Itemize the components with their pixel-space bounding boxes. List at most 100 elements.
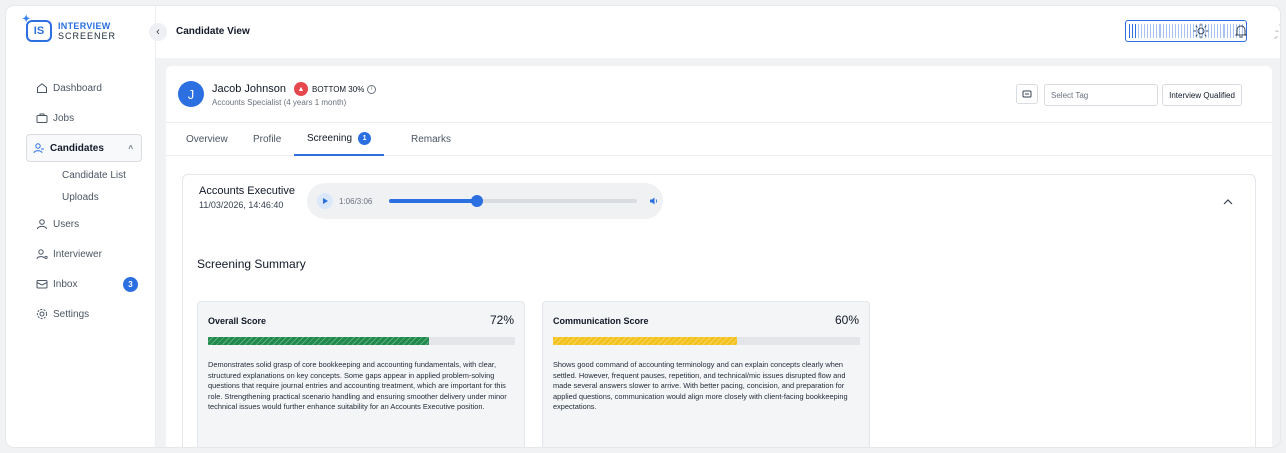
candidate-header: J Jacob Johnson Accounts Specialist (4 y… <box>166 66 1272 122</box>
tab-overview[interactable]: Overview <box>186 123 228 156</box>
audio-player: 1:06/3:06 <box>307 183 663 219</box>
topbar: Candidate View 0 <box>156 6 1280 58</box>
rank-badge: ▲ BOTTOM 30% i <box>294 82 377 96</box>
meter-tick <box>1159 24 1161 38</box>
meter-tick <box>1177 24 1179 38</box>
tab-label: Profile <box>253 134 282 145</box>
sidebar: ✦ IS INTERVIEW SCREENER Dashboard Jobs C… <box>6 6 156 447</box>
info-icon[interactable]: i <box>367 84 377 94</box>
sparkle-icon: ✦ <box>22 14 31 25</box>
audio-seek-bar[interactable] <box>389 195 637 207</box>
communication-score-card: Communication Score 60% Shows good comma… <box>542 301 870 447</box>
mail-icon <box>36 278 48 290</box>
tab-label: Screening <box>307 133 353 144</box>
sidebar-item-label: Settings <box>53 308 90 320</box>
meter-tick <box>1226 24 1228 38</box>
meter-tick <box>1153 24 1155 38</box>
meter-tick <box>1147 24 1149 38</box>
meter-tick <box>1186 24 1188 38</box>
user-icon <box>36 218 48 230</box>
app-window: ✦ IS INTERVIEW SCREENER Dashboard Jobs C… <box>6 6 1280 447</box>
job-title: Accounts Executive <box>199 185 295 197</box>
overall-score-card: Overall Score 72% Demonstrates solid gra… <box>197 301 525 447</box>
tab-screening[interactable]: Screening 1 <box>294 123 385 156</box>
meter-tick <box>1165 24 1167 38</box>
sidebar-item-interviewer[interactable]: Interviewer <box>26 240 146 268</box>
meter-tick <box>1189 24 1191 38</box>
sidebar-subitem-uploads[interactable]: Uploads <box>62 186 156 208</box>
sidebar-item-label: Users <box>53 218 80 230</box>
score-label: Overall Score <box>208 316 267 326</box>
chevron-up-icon: ^ <box>128 143 133 153</box>
sidebar-item-settings[interactable]: Settings <box>26 300 146 328</box>
score-fill <box>553 337 738 345</box>
screening-summary-title: Screening Summary <box>197 257 306 271</box>
player-time: 1:06/3:06 <box>339 196 373 206</box>
meter-tick <box>1217 24 1219 38</box>
sidebar-item-jobs[interactable]: Jobs <box>26 104 146 132</box>
bell-icon[interactable] <box>1232 22 1250 40</box>
candidate-tabs: Overview Profile Screening 1 Remarks <box>166 122 1272 156</box>
sidebar-subitem-candidate-list[interactable]: Candidate List <box>62 164 156 186</box>
main-content: J Jacob Johnson Accounts Specialist (4 y… <box>156 58 1280 447</box>
sidebar-collapse-button[interactable]: ‹ <box>149 23 167 41</box>
chevron-left-icon: ‹ <box>156 26 160 38</box>
sidebar-item-users[interactable]: Users <box>26 210 146 238</box>
score-description: Shows good command of accounting termino… <box>553 360 848 412</box>
collapse-section-button[interactable] <box>1221 195 1237 211</box>
meter-tick <box>1144 24 1146 38</box>
sidebar-nav: Dashboard Jobs Candidates ^ Candidate Li… <box>6 72 156 330</box>
score-bar <box>208 337 515 345</box>
inbox-count-badge: 3 <box>123 276 138 292</box>
sidebar-item-label: Jobs <box>53 112 75 124</box>
interviewer-icon <box>36 248 48 260</box>
meter-tick <box>1162 24 1164 38</box>
meter-tick <box>1135 24 1137 38</box>
sidebar-item-label: Interviewer <box>53 248 102 260</box>
meter-tick <box>1223 24 1225 38</box>
logo[interactable]: ✦ IS INTERVIEW SCREENER <box>22 14 116 42</box>
home-icon <box>36 82 48 94</box>
meter-tick <box>1214 24 1216 38</box>
screening-card: Accounts Executive 11/03/2026, 14:46:40 … <box>182 174 1256 447</box>
logo-badge: ✦ IS <box>22 14 52 42</box>
briefcase-icon <box>36 112 48 124</box>
score-description: Demonstrates solid grasp of core bookkee… <box>208 360 507 412</box>
sidebar-item-label: Candidates <box>50 142 104 154</box>
play-button[interactable] <box>317 193 333 209</box>
audio-level-meter <box>1125 20 1247 42</box>
volume-icon[interactable] <box>649 195 661 207</box>
meter-tick <box>1171 24 1173 38</box>
sun-icon[interactable] <box>1192 22 1210 40</box>
tab-remarks[interactable]: Remarks <box>411 123 451 156</box>
candidate-role: Accounts Specialist (4 years 1 month) <box>212 98 347 107</box>
meter-tick <box>1220 24 1222 38</box>
page-title: Candidate View <box>176 26 250 37</box>
sidebar-item-candidates[interactable]: Candidates ^ <box>26 134 142 162</box>
sidebar-item-inbox[interactable]: Inbox 3 <box>26 270 146 298</box>
select-tag-dropdown[interactable]: Select Tag <box>1044 84 1158 106</box>
people-icon <box>33 142 45 154</box>
interview-qualified-button[interactable]: Interview Qualified <box>1162 84 1242 106</box>
tag-icon-button[interactable] <box>1016 84 1038 104</box>
play-icon <box>323 198 328 204</box>
tab-label: Remarks <box>411 134 452 145</box>
avatar: J <box>178 81 204 107</box>
meter-tick <box>1150 24 1152 38</box>
score-value: 60% <box>834 313 859 327</box>
score-value: 72% <box>489 313 514 327</box>
tab-profile[interactable]: Profile <box>253 123 281 156</box>
meter-tick <box>1168 24 1170 38</box>
seek-progress <box>389 199 478 203</box>
meter-tick <box>1174 24 1176 38</box>
sidebar-item-dashboard[interactable]: Dashboard <box>26 74 146 102</box>
meter-tick <box>1229 24 1231 38</box>
logo-text: INTERVIEW SCREENER <box>58 21 116 41</box>
logo-badge-text: IS <box>33 25 45 37</box>
loading-spinner: 0 <box>1271 18 1280 46</box>
seek-handle[interactable] <box>471 195 484 207</box>
tag-icon <box>1022 90 1032 98</box>
meter-tick <box>1156 24 1158 38</box>
tab-label: Overview <box>186 134 228 145</box>
gear-icon <box>36 308 48 320</box>
